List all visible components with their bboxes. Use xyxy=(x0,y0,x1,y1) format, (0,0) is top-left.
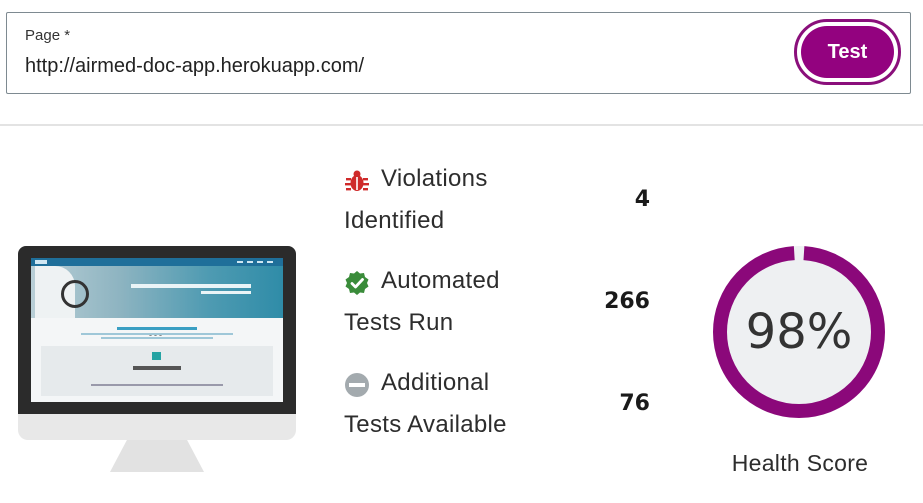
additional-tests-count: 76 xyxy=(619,391,650,416)
page-url-input[interactable]: http://airmed-doc-app.herokuapp.com/ xyxy=(25,55,364,78)
bug-icon xyxy=(344,166,370,192)
page-url-field[interactable]: Page * http://airmed-doc-app.herokuapp.c… xyxy=(6,12,911,94)
check-badge-icon xyxy=(344,268,370,295)
stat-label-line1: Additional xyxy=(381,369,490,396)
stat-violations: Violations Identified 4 xyxy=(344,158,654,242)
page-screenshot-thumbnail xyxy=(31,258,283,402)
stat-label-line1: Violations xyxy=(381,165,488,192)
health-score-label: Health Score xyxy=(731,450,869,476)
test-button[interactable]: Test xyxy=(801,26,894,78)
minus-circle-icon xyxy=(344,370,370,397)
health-score-gauge: 98% xyxy=(711,244,887,420)
stat-automated-tests: Automated Tests Run 266 xyxy=(344,260,654,344)
section-divider xyxy=(0,124,923,126)
stat-label-line2: Identified xyxy=(344,207,445,234)
automated-tests-count: 266 xyxy=(604,289,650,314)
page-field-label: Page * xyxy=(25,27,71,44)
monitor-frame xyxy=(18,246,296,414)
monitor-stand xyxy=(110,440,204,472)
stat-label-line1: Automated xyxy=(381,267,500,294)
page-preview-monitor xyxy=(18,246,296,472)
test-button-focus-ring: Test xyxy=(794,19,901,85)
monitor-chin xyxy=(18,414,296,440)
stat-additional-tests: Additional Tests Available 76 xyxy=(344,362,654,446)
stat-label-line2: Tests Available xyxy=(344,411,507,438)
health-score-value: 98% xyxy=(745,304,853,360)
violations-count: 4 xyxy=(634,187,650,212)
